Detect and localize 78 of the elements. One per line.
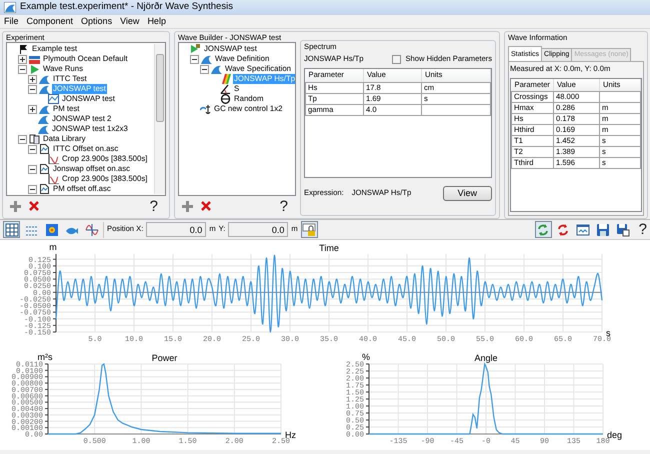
flag-icon <box>190 44 201 54</box>
y-axis <box>366 364 370 434</box>
graph-icon <box>48 174 59 184</box>
add-icon[interactable] <box>10 200 21 212</box>
chart-title: Angle <box>474 353 498 363</box>
collapse-icon[interactable] <box>18 134 27 144</box>
axis-label: m²s <box>38 352 52 362</box>
y-axis <box>44 364 48 434</box>
lock-button[interactable] <box>300 221 318 238</box>
basin-icon <box>29 54 40 64</box>
books-icon <box>29 134 40 144</box>
chart-title: Power <box>152 353 178 363</box>
heatmap-icon <box>44 222 58 236</box>
delete-icon[interactable] <box>201 201 211 211</box>
wave-icon <box>211 64 222 74</box>
collapse-icon[interactable] <box>200 64 209 74</box>
view-button[interactable]: View <box>442 186 492 201</box>
wave-icon <box>38 114 49 124</box>
flag-icon <box>18 44 29 54</box>
sine-button[interactable] <box>83 221 100 238</box>
menu-item[interactable]: Help <box>147 16 166 27</box>
theta-icon <box>220 94 231 104</box>
save-as-button[interactable] <box>614 221 632 238</box>
rainbow-icon <box>220 74 231 84</box>
window-icon <box>576 222 590 236</box>
scrollbar[interactable] <box>154 44 165 194</box>
help-button[interactable]: ? <box>150 198 158 214</box>
save-icon <box>596 222 610 236</box>
document-icon <box>39 164 50 174</box>
refresh-icon <box>536 222 550 236</box>
heatmap-button[interactable] <box>43 221 60 238</box>
scroll-thumb[interactable] <box>156 54 164 122</box>
menu-item[interactable]: Options <box>81 16 112 27</box>
x-position-field[interactable]: 0.0 <box>146 222 206 237</box>
delete-icon[interactable] <box>29 201 39 211</box>
graph-icon <box>48 154 59 164</box>
checkbox[interactable] <box>392 55 402 64</box>
sine-icon <box>84 222 98 236</box>
document-icon <box>39 144 50 154</box>
help-button[interactable]: ? <box>638 222 647 237</box>
axis-label: % <box>362 352 370 362</box>
wave-icon <box>39 74 50 84</box>
refresh-button[interactable] <box>534 221 552 238</box>
collapse-icon[interactable] <box>18 64 27 74</box>
play-icon <box>29 64 40 74</box>
collapse-icon[interactable] <box>190 54 199 64</box>
wave-icon <box>39 84 50 94</box>
menu-item[interactable]: View <box>120 16 140 27</box>
refresh-icon <box>556 222 570 236</box>
expand-icon[interactable] <box>28 104 37 114</box>
angle-icon <box>220 84 231 94</box>
collapse-icon[interactable] <box>28 144 37 154</box>
chart-icon <box>48 94 59 104</box>
expand-icon[interactable] <box>18 54 27 64</box>
collapse-icon[interactable] <box>28 184 37 194</box>
wave-icon <box>38 124 49 134</box>
grid-icon <box>4 222 18 236</box>
add-icon[interactable] <box>182 200 193 212</box>
lock-icon <box>302 222 316 236</box>
collapse-icon[interactable] <box>28 164 37 174</box>
anchor-icon <box>200 104 211 114</box>
expand-icon[interactable] <box>28 74 37 84</box>
grid-button[interactable] <box>3 221 20 238</box>
window-title: Example test.experiment* - Njörðr Wave Synthesis <box>20 2 233 13</box>
save-button[interactable] <box>594 221 612 238</box>
chart-title: Time <box>319 243 339 253</box>
menu-item[interactable]: File <box>4 16 19 27</box>
wave-icon <box>39 104 50 114</box>
collapse-icon[interactable] <box>28 84 37 94</box>
wave-icon <box>201 54 212 64</box>
axis-label: deg <box>607 430 622 440</box>
axis-label: m <box>49 242 57 252</box>
axis-label: s <box>606 328 610 338</box>
save-as-icon <box>616 222 630 236</box>
y-position-field[interactable]: 0.0 <box>228 222 288 237</box>
help-button[interactable]: ? <box>280 198 288 214</box>
menu-item[interactable]: Component <box>26 16 74 27</box>
app-icon <box>4 2 16 13</box>
